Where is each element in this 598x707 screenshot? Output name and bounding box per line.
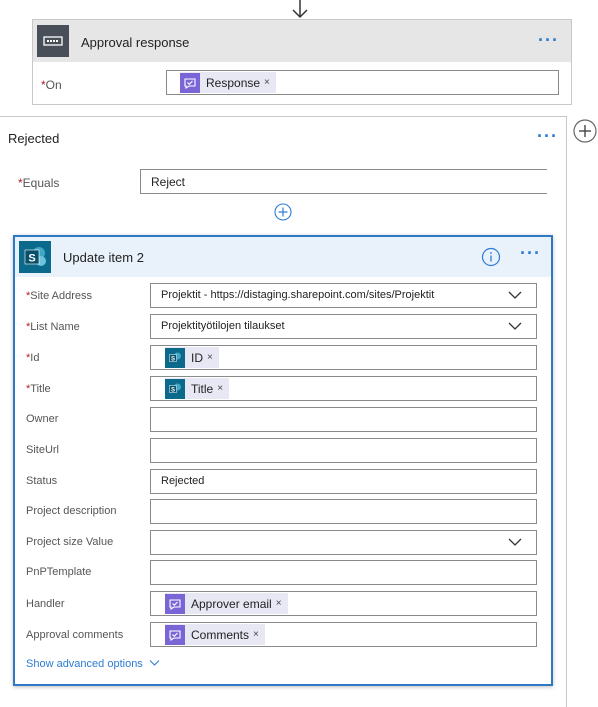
approval-icon bbox=[165, 593, 185, 614]
more-options-button[interactable]: ··· bbox=[520, 243, 541, 264]
approval-icon bbox=[165, 624, 185, 645]
show-advanced-options-link[interactable]: Show advanced options bbox=[26, 658, 160, 670]
info-icon[interactable] bbox=[481, 247, 501, 267]
response-token[interactable]: Response × bbox=[180, 72, 276, 93]
id-label: *Id bbox=[26, 352, 40, 364]
svg-text:S: S bbox=[28, 253, 35, 265]
project-size-dropdown[interactable] bbox=[150, 530, 537, 555]
card-title: Update item 2 bbox=[63, 250, 144, 265]
comments-token[interactable]: Comments × bbox=[165, 624, 265, 645]
title-label: *Title bbox=[26, 383, 51, 395]
card-title: Approval response bbox=[81, 35, 190, 50]
sharepoint-icon: S bbox=[19, 241, 51, 273]
site-address-value: Projektit - https://distaging.sharepoint… bbox=[161, 289, 435, 301]
chevron-down-icon bbox=[149, 660, 160, 666]
chevron-down-icon[interactable] bbox=[508, 536, 522, 548]
more-options-button[interactable]: ··· bbox=[538, 30, 559, 51]
card-header[interactable]: S Update item 2 ··· bbox=[15, 237, 551, 277]
token-label: Response bbox=[206, 75, 261, 90]
approval-icon bbox=[180, 72, 200, 93]
status-label: Status bbox=[26, 475, 58, 487]
id-input[interactable]: S ID × bbox=[150, 345, 537, 370]
approval-comments-label: Approval comments bbox=[26, 629, 124, 641]
title-token[interactable]: S Title × bbox=[165, 378, 230, 399]
case-title: Rejected bbox=[8, 131, 60, 146]
token-label: ID bbox=[191, 350, 203, 365]
list-name-value: Projektityötilojen tilaukset bbox=[161, 320, 285, 332]
site-address-label: *Site Address bbox=[26, 290, 93, 302]
token-label: Approver email bbox=[191, 596, 272, 611]
on-input[interactable]: Response × bbox=[166, 70, 559, 95]
pnp-template-input[interactable] bbox=[150, 560, 537, 585]
project-size-label: Project size Value bbox=[26, 536, 114, 548]
handler-input[interactable]: Approver email × bbox=[150, 591, 537, 616]
remove-token-icon[interactable]: × bbox=[207, 352, 219, 363]
svg-text:S: S bbox=[171, 387, 175, 393]
equals-label: *Equals bbox=[18, 176, 60, 190]
title-input[interactable]: S Title × bbox=[150, 376, 537, 401]
list-name-label: *List Name bbox=[26, 321, 80, 333]
down-arrow-icon bbox=[292, 0, 308, 19]
remove-token-icon[interactable]: × bbox=[264, 77, 276, 88]
add-case-icon[interactable] bbox=[573, 119, 597, 143]
pnp-template-label: PnPTemplate bbox=[26, 566, 92, 578]
site-address-dropdown[interactable]: Projektit - https://distaging.sharepoint… bbox=[150, 283, 537, 308]
on-field-label: *On bbox=[41, 78, 62, 92]
remove-token-icon[interactable]: × bbox=[217, 383, 229, 394]
svg-text:S: S bbox=[171, 356, 175, 362]
remove-token-icon[interactable]: × bbox=[253, 629, 265, 640]
update-item-card[interactable]: S Update item 2 ··· *Site Address Projek… bbox=[13, 235, 553, 686]
owner-input[interactable] bbox=[150, 407, 537, 432]
id-token[interactable]: S ID × bbox=[165, 347, 219, 368]
approval-comments-input[interactable]: Comments × bbox=[150, 622, 537, 647]
chevron-down-icon[interactable] bbox=[508, 289, 522, 301]
equals-input[interactable]: Reject bbox=[140, 169, 547, 194]
approval-response-card[interactable]: Approval response ··· *On Response × bbox=[32, 19, 572, 105]
handler-label: Handler bbox=[26, 598, 65, 610]
token-label: Title bbox=[191, 381, 214, 396]
keyboard-icon bbox=[37, 25, 69, 57]
project-description-input[interactable] bbox=[150, 499, 537, 524]
status-input[interactable]: Rejected bbox=[150, 469, 537, 494]
token-label: Comments bbox=[191, 627, 250, 642]
status-value: Rejected bbox=[161, 475, 205, 487]
approver-email-token[interactable]: Approver email × bbox=[165, 593, 288, 614]
sharepoint-icon: S bbox=[165, 347, 185, 368]
siteurl-label: SiteUrl bbox=[26, 444, 60, 456]
project-description-label: Project description bbox=[26, 505, 117, 517]
sharepoint-icon: S bbox=[165, 378, 185, 399]
card-header[interactable]: Approval response ··· bbox=[33, 20, 571, 62]
more-options-button[interactable]: ··· bbox=[537, 126, 558, 147]
add-step-icon[interactable] bbox=[274, 203, 292, 221]
siteurl-input[interactable] bbox=[150, 438, 537, 463]
list-name-dropdown[interactable]: Projektityötilojen tilaukset bbox=[150, 314, 537, 339]
chevron-down-icon[interactable] bbox=[508, 320, 522, 332]
owner-label: Owner bbox=[26, 413, 59, 425]
remove-token-icon[interactable]: × bbox=[276, 598, 288, 609]
